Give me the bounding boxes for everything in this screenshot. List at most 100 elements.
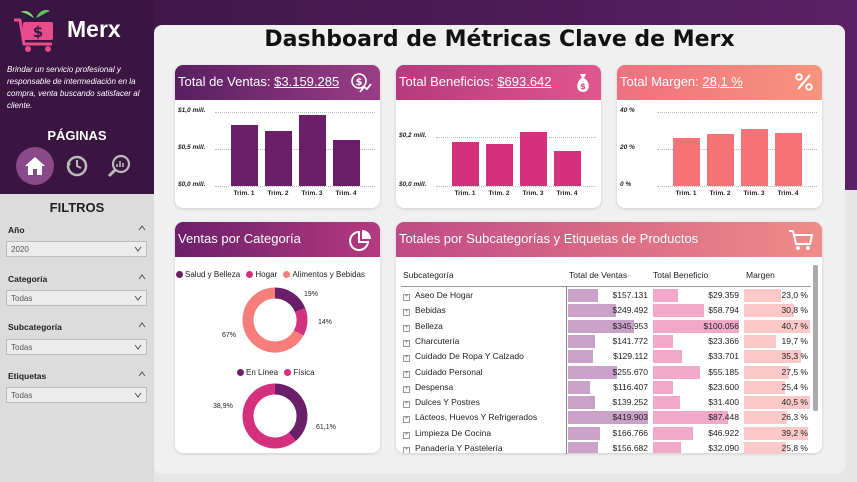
margin-value: 27,5 % [781, 366, 808, 377]
sales-value: $345.953 [612, 320, 648, 331]
y-tick-label: $0,0 mill. [178, 181, 206, 188]
tags-select-value: Todas [11, 391, 33, 400]
subcategory-name: Lácteos, Huevos Y Refrigerados [415, 412, 538, 423]
profit-value: $32.090 [708, 443, 739, 453]
column-header-margin[interactable]: Margen [746, 270, 775, 280]
subcategory-cell: + Limpieza De Cocina [403, 428, 491, 439]
year-select[interactable]: 2020 [6, 241, 147, 257]
bar[interactable] [741, 128, 768, 186]
expand-icon[interactable]: + [403, 309, 410, 317]
home-icon [25, 157, 45, 175]
brand-tagline: Brindar un servicio profesional y respon… [7, 65, 140, 110]
bar[interactable] [486, 144, 513, 186]
expand-icon[interactable]: + [403, 416, 410, 424]
nav-home-button[interactable] [16, 147, 54, 185]
bar[interactable] [265, 131, 292, 186]
margin-value: 23,0 % [781, 290, 808, 300]
chevron-up-icon[interactable] [138, 273, 146, 281]
kpi-label-profit: Total Beneficios: [399, 74, 494, 89]
bar[interactable] [452, 141, 479, 186]
nav-search-chart-button[interactable] [100, 147, 138, 185]
table-row[interactable]: + Despensa $116.407 $23.600 25,4 % [401, 380, 811, 395]
category-donut-chart [242, 287, 308, 353]
donut-value-label: 67% [222, 332, 237, 339]
table-row[interactable]: + Belleza $345.953 $100.056 40,7 % [401, 319, 811, 334]
sales-value: $129.112 [613, 351, 648, 362]
kpi-header-margin: Total Margen: 28,1 % [617, 65, 822, 100]
bar[interactable] [673, 137, 700, 186]
category-select[interactable]: Todas [6, 290, 147, 306]
grid-line [215, 112, 375, 113]
donut-value-label: 61,1% [316, 424, 336, 431]
expand-icon[interactable]: + [403, 401, 410, 409]
donut-slice[interactable] [274, 287, 306, 313]
donut-value-label: 14% [318, 319, 333, 326]
pages-heading: PÁGINAS [47, 128, 107, 143]
table-row[interactable]: + Charcutería $141.772 $23.366 19,7 % [401, 334, 811, 349]
table-row[interactable]: + Lácteos, Huevos Y Refrigerados $419.903… [401, 410, 811, 425]
subcategory-select[interactable]: Todas [6, 339, 147, 355]
x-tick-label: Trim. 2 [488, 190, 510, 197]
filter-label-year: Año [8, 225, 25, 235]
expand-icon[interactable]: + [403, 324, 410, 332]
sales-value: $166.766 [612, 427, 648, 438]
table-row[interactable]: + Dulces Y Postres $139.252 $31.400 40,5 … [401, 395, 811, 410]
table-row[interactable]: + Cuidado Personal $255.670 $55.185 27,5 … [401, 365, 811, 380]
dashboard-page: $ Merx Brindar un servicio profesional y… [0, 0, 857, 482]
nav-history-button[interactable] [58, 147, 96, 185]
expand-icon[interactable]: + [403, 447, 410, 453]
y-tick-label: 40 % [620, 107, 635, 114]
chevron-up-icon[interactable] [138, 370, 146, 378]
column-divider [566, 286, 567, 454]
money-bag-icon: $ [577, 74, 589, 92]
kpi-value-profit: $693.642 [497, 74, 552, 89]
expand-icon[interactable]: + [403, 294, 410, 301]
sales-value: $419.903 [612, 412, 648, 423]
table-scrollbar[interactable] [813, 265, 818, 411]
chevron-up-icon[interactable] [138, 224, 146, 232]
margin-value: 40,7 % [781, 320, 808, 331]
kpi-value-margin: 28,1 % [702, 74, 743, 89]
donut-slice[interactable] [293, 308, 308, 336]
expand-icon[interactable]: + [403, 370, 410, 378]
bar[interactable] [554, 151, 581, 186]
margin-value: 35,3 % [781, 351, 808, 362]
bar[interactable] [520, 131, 547, 186]
column-header-profit[interactable]: Total Beneficio [653, 270, 708, 280]
y-tick-label: $0,2 mill. [399, 131, 427, 139]
percent-icon [795, 73, 813, 91]
bar[interactable] [333, 140, 360, 186]
table-row[interactable]: + Bebidas $249.492 $58.794 30,8 % [401, 303, 811, 318]
margin-value: 30,8 % [781, 305, 808, 316]
chevron-down-icon [134, 295, 142, 301]
chevron-up-icon[interactable] [138, 321, 146, 329]
grid-line [657, 112, 817, 113]
y-tick-label: $0,0 mill. [399, 181, 427, 188]
bar[interactable] [775, 133, 802, 186]
x-tick-label: Trim. 2 [267, 190, 289, 197]
profit-value: $100.056 [703, 320, 739, 331]
donut-slice[interactable] [274, 383, 308, 441]
x-tick-label: Trim. 2 [709, 190, 731, 197]
column-header-subcategory[interactable]: Subcategoría [403, 270, 454, 280]
profit-value: $23.366 [708, 335, 739, 346]
table-row[interactable]: + Aseo De Hogar $157.131 $29.359 23,0 % [401, 288, 811, 303]
tags-select[interactable]: Todas [6, 387, 147, 403]
expand-icon[interactable]: + [403, 431, 410, 439]
channel-donut-chart [242, 383, 308, 449]
table-row[interactable]: + Cuidado De Ropa Y Calzado $129.112 $33.… [401, 349, 811, 364]
x-tick-label: Trim. 4 [777, 190, 799, 197]
table-row[interactable]: + Limpieza De Cocina $166.766 $46.922 39,… [401, 426, 811, 441]
subcategory-cell: + Cuidado De Ropa Y Calzado [403, 351, 524, 363]
legend-dot [246, 271, 254, 278]
expand-icon[interactable]: + [403, 385, 410, 393]
bar[interactable] [231, 125, 258, 186]
column-header-sales[interactable]: Total de Ventas [569, 270, 627, 280]
expand-icon[interactable]: + [403, 339, 410, 347]
profit-value: $33.701 [708, 351, 739, 362]
table-row[interactable]: + Panadería Y Pastelería $156.682 $32.090… [401, 441, 811, 453]
filters-heading: FILTROS [49, 200, 105, 215]
expand-icon[interactable]: + [403, 355, 410, 363]
bar[interactable] [299, 114, 326, 186]
bar[interactable] [707, 134, 734, 186]
